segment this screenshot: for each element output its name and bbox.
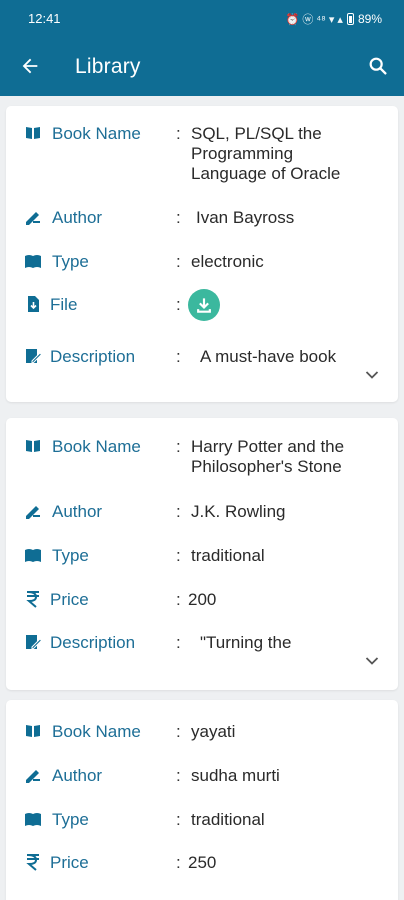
- colon: :: [176, 252, 181, 271]
- status-icons: ⏰ ⓦ ⁴⁸ ▾ ▴: [285, 14, 343, 26]
- colon: :: [176, 295, 181, 314]
- price-label: Price: [50, 853, 89, 872]
- colon: :: [176, 124, 181, 143]
- author-label: Author: [52, 208, 103, 227]
- status-indicators: ⏰ ⓦ ⁴⁸ ▾ ▴ 89%: [286, 11, 382, 27]
- author-icon: [26, 770, 40, 783]
- file-label: File: [50, 295, 78, 314]
- description-label: Description: [50, 633, 136, 652]
- type-value: traditional: [191, 546, 265, 565]
- book-name-label: Book Name: [52, 124, 141, 143]
- back-button[interactable]: [16, 52, 44, 80]
- colon: :: [176, 347, 181, 366]
- description-value: "Turning the: [200, 633, 292, 652]
- type-label: Type: [52, 252, 89, 271]
- type-value: traditional: [191, 810, 265, 829]
- author-value: Ivan Bayross: [196, 208, 295, 227]
- colon: :: [176, 437, 181, 456]
- download-icon: [197, 298, 211, 313]
- type-label: Type: [52, 810, 89, 829]
- book-icon: [26, 725, 40, 737]
- status-time: 12:41: [28, 11, 61, 26]
- author-label: Author: [52, 502, 103, 521]
- book-name-label: Book Name: [52, 437, 141, 456]
- search-icon: [369, 57, 387, 75]
- price-value: 250: [188, 853, 217, 872]
- colon: :: [176, 633, 181, 652]
- app-bar: Library: [0, 38, 404, 96]
- colon: :: [176, 722, 181, 741]
- description-label: Description: [50, 347, 136, 366]
- book-name-value: yayati: [191, 722, 236, 741]
- battery-icon: [346, 13, 354, 25]
- colon: :: [176, 853, 181, 872]
- description-value: A must-have book: [200, 347, 337, 366]
- book-name-value: Harry Potter and the Philosopher's Stone: [191, 437, 345, 476]
- battery-level: 89%: [357, 12, 382, 26]
- author-value: J.K. Rowling: [191, 502, 286, 521]
- colon: :: [176, 590, 181, 609]
- rupee-icon: [26, 591, 39, 608]
- colon: :: [176, 546, 181, 565]
- price-value: 200: [188, 590, 217, 609]
- book-icon: [26, 127, 40, 139]
- author-icon: [26, 506, 40, 519]
- book-icon: [26, 440, 40, 452]
- download-button[interactable]: [188, 289, 220, 321]
- type-label: Type: [52, 546, 89, 565]
- chevron-down-icon: [365, 657, 379, 665]
- status-bar: 12:41 ⏰ ⓦ ⁴⁸ ▾ ▴ 89%: [0, 0, 404, 38]
- search-button[interactable]: [364, 52, 392, 80]
- type-value: electronic: [191, 252, 264, 271]
- file-icon: [28, 296, 39, 312]
- author-label: Author: [52, 766, 103, 785]
- book-card[interactable]: Book Name : Harry Potter and the Philoso…: [6, 418, 398, 690]
- book-open-icon: [25, 549, 41, 562]
- edit-note-icon: [26, 349, 42, 364]
- price-label: Price: [50, 590, 89, 609]
- book-name-label: Book Name: [52, 722, 141, 741]
- book-open-icon: [25, 255, 41, 268]
- arrow-left-icon: [22, 58, 38, 74]
- expand-button[interactable]: [362, 651, 382, 671]
- book-card[interactable]: Book Name : SQL, PL/SQL the Programming …: [6, 106, 398, 402]
- colon: :: [176, 810, 181, 829]
- colon: :: [176, 208, 181, 227]
- expand-button[interactable]: [362, 365, 382, 385]
- book-card[interactable]: Book Name : yayati Author : sudha murti …: [6, 700, 398, 900]
- book-name-value: SQL, PL/SQL the Programming Language of …: [191, 124, 341, 183]
- colon: :: [176, 502, 181, 521]
- author-value: sudha murti: [191, 766, 280, 785]
- page-title: Library: [75, 55, 141, 78]
- chevron-down-icon: [365, 371, 379, 379]
- book-open-icon: [25, 813, 41, 826]
- colon: :: [176, 766, 181, 785]
- author-icon: [26, 212, 40, 225]
- rupee-icon: [26, 854, 39, 871]
- edit-note-icon: [26, 635, 42, 650]
